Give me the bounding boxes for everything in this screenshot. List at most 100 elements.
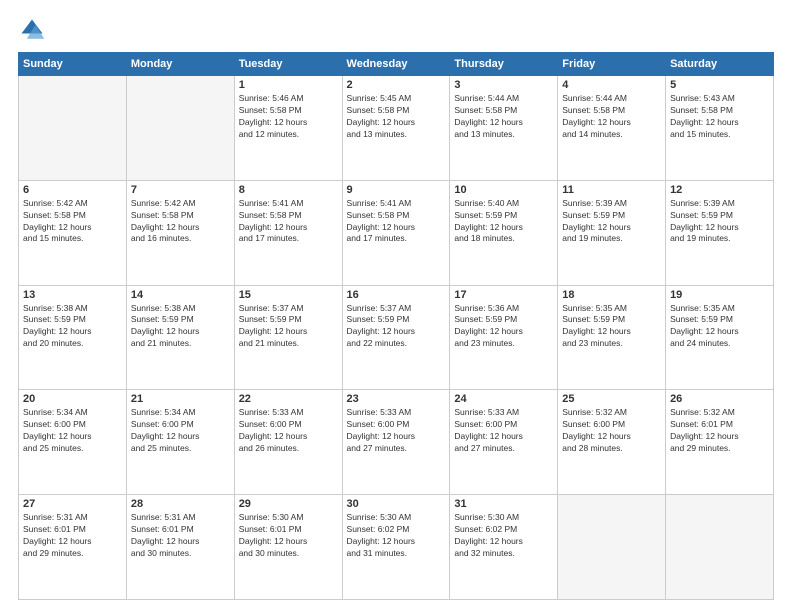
day-number: 17 bbox=[454, 289, 553, 301]
day-detail: Sunrise: 5:39 AM Sunset: 5:59 PM Dayligh… bbox=[562, 198, 661, 246]
calendar-cell: 24 Sunrise: 5:33 AM Sunset: 6:00 PM Dayli… bbox=[450, 390, 558, 495]
day-number: 22 bbox=[239, 393, 338, 405]
calendar-table: SundayMondayTuesdayWednesdayThursdayFrid… bbox=[18, 52, 774, 600]
day-number: 11 bbox=[562, 184, 661, 196]
day-detail: Sunrise: 5:39 AM Sunset: 5:59 PM Dayligh… bbox=[670, 198, 769, 246]
day-number: 31 bbox=[454, 498, 553, 510]
calendar-cell: 15 Sunrise: 5:37 AM Sunset: 5:59 PM Dayli… bbox=[234, 285, 342, 390]
day-number: 27 bbox=[23, 498, 122, 510]
day-detail: Sunrise: 5:31 AM Sunset: 6:01 PM Dayligh… bbox=[131, 512, 230, 560]
calendar-cell: 3 Sunrise: 5:44 AM Sunset: 5:58 PM Daylig… bbox=[450, 76, 558, 181]
day-detail: Sunrise: 5:40 AM Sunset: 5:59 PM Dayligh… bbox=[454, 198, 553, 246]
day-detail: Sunrise: 5:32 AM Sunset: 6:01 PM Dayligh… bbox=[670, 407, 769, 455]
day-number: 12 bbox=[670, 184, 769, 196]
week-row-3: 13Sunrise: 5:38 AM Sunset: 5:59 PM Dayli… bbox=[19, 285, 774, 390]
day-detail: Sunrise: 5:32 AM Sunset: 6:00 PM Dayligh… bbox=[562, 407, 661, 455]
day-detail: Sunrise: 5:30 AM Sunset: 6:02 PM Dayligh… bbox=[347, 512, 446, 560]
weekday-header-friday: Friday bbox=[558, 53, 666, 76]
day-detail: Sunrise: 5:37 AM Sunset: 5:59 PM Dayligh… bbox=[239, 303, 338, 351]
calendar-cell: 20 Sunrise: 5:34 AM Sunset: 6:00 PM Dayli… bbox=[19, 390, 127, 495]
day-detail: Sunrise: 5:37 AM Sunset: 5:59 PM Dayligh… bbox=[347, 303, 446, 351]
day-number: 26 bbox=[670, 393, 769, 405]
logo bbox=[18, 16, 50, 44]
day-detail: Sunrise: 5:33 AM Sunset: 6:00 PM Dayligh… bbox=[454, 407, 553, 455]
day-detail: Sunrise: 5:41 AM Sunset: 5:58 PM Dayligh… bbox=[239, 198, 338, 246]
day-number: 24 bbox=[454, 393, 553, 405]
calendar-cell: 22 Sunrise: 5:33 AM Sunset: 6:00 PM Dayli… bbox=[234, 390, 342, 495]
calendar-cell: 23 Sunrise: 5:33 AM Sunset: 6:00 PM Dayli… bbox=[342, 390, 450, 495]
calendar-cell: 29Sunrise: 5:30 AM Sunset: 6:01 PM Dayli… bbox=[234, 495, 342, 600]
day-detail: Sunrise: 5:38 AM Sunset: 5:59 PM Dayligh… bbox=[131, 303, 230, 351]
day-number: 18 bbox=[562, 289, 661, 301]
day-detail: Sunrise: 5:43 AM Sunset: 5:58 PM Dayligh… bbox=[670, 93, 769, 141]
day-number: 19 bbox=[670, 289, 769, 301]
header bbox=[18, 16, 774, 44]
logo-icon bbox=[18, 16, 46, 44]
page: SundayMondayTuesdayWednesdayThursdayFrid… bbox=[0, 0, 792, 612]
calendar-cell: 11 Sunrise: 5:39 AM Sunset: 5:59 PM Dayli… bbox=[558, 180, 666, 285]
calendar-cell: 5 Sunrise: 5:43 AM Sunset: 5:58 PM Daylig… bbox=[666, 76, 774, 181]
calendar-cell: 27 Sunrise: 5:31 AM Sunset: 6:01 PM Dayli… bbox=[19, 495, 127, 600]
calendar-cell: 16 Sunrise: 5:37 AM Sunset: 5:59 PM Dayli… bbox=[342, 285, 450, 390]
day-detail: Sunrise: 5:46 AM Sunset: 5:58 PM Dayligh… bbox=[239, 93, 338, 141]
day-detail: Sunrise: 5:34 AM Sunset: 6:00 PM Dayligh… bbox=[131, 407, 230, 455]
calendar-cell: 25 Sunrise: 5:32 AM Sunset: 6:00 PM Dayli… bbox=[558, 390, 666, 495]
calendar-cell: 14 Sunrise: 5:38 AM Sunset: 5:59 PM Dayli… bbox=[126, 285, 234, 390]
day-detail: Sunrise: 5:44 AM Sunset: 5:58 PM Dayligh… bbox=[454, 93, 553, 141]
day-detail: Sunrise: 5:30 AM Sunset: 6:02 PM Dayligh… bbox=[454, 512, 553, 560]
day-detail: Sunrise: 5:33 AM Sunset: 6:00 PM Dayligh… bbox=[239, 407, 338, 455]
day-number: 23 bbox=[347, 393, 446, 405]
calendar-cell: 21 Sunrise: 5:34 AM Sunset: 6:00 PM Dayli… bbox=[126, 390, 234, 495]
day-number: 15 bbox=[239, 289, 338, 301]
calendar-cell bbox=[666, 495, 774, 600]
calendar-cell: 1Sunrise: 5:46 AM Sunset: 5:58 PM Daylig… bbox=[234, 76, 342, 181]
day-number: 14 bbox=[131, 289, 230, 301]
calendar-cell: 30 Sunrise: 5:30 AM Sunset: 6:02 PM Dayli… bbox=[342, 495, 450, 600]
calendar-cell: 13Sunrise: 5:38 AM Sunset: 5:59 PM Dayli… bbox=[19, 285, 127, 390]
day-number: 30 bbox=[347, 498, 446, 510]
day-number: 5 bbox=[670, 79, 769, 91]
day-number: 28 bbox=[131, 498, 230, 510]
calendar-cell: 31 Sunrise: 5:30 AM Sunset: 6:02 PM Dayli… bbox=[450, 495, 558, 600]
day-number: 21 bbox=[131, 393, 230, 405]
calendar-cell: 10 Sunrise: 5:40 AM Sunset: 5:59 PM Dayli… bbox=[450, 180, 558, 285]
weekday-header-tuesday: Tuesday bbox=[234, 53, 342, 76]
day-detail: Sunrise: 5:35 AM Sunset: 5:59 PM Dayligh… bbox=[562, 303, 661, 351]
day-number: 6 bbox=[23, 184, 122, 196]
weekday-header-wednesday: Wednesday bbox=[342, 53, 450, 76]
day-detail: Sunrise: 5:31 AM Sunset: 6:01 PM Dayligh… bbox=[23, 512, 122, 560]
week-row-5: 27 Sunrise: 5:31 AM Sunset: 6:01 PM Dayli… bbox=[19, 495, 774, 600]
calendar-cell: 7Sunrise: 5:42 AM Sunset: 5:58 PM Daylig… bbox=[126, 180, 234, 285]
day-detail: Sunrise: 5:35 AM Sunset: 5:59 PM Dayligh… bbox=[670, 303, 769, 351]
week-row-1: 1Sunrise: 5:46 AM Sunset: 5:58 PM Daylig… bbox=[19, 76, 774, 181]
day-detail: Sunrise: 5:33 AM Sunset: 6:00 PM Dayligh… bbox=[347, 407, 446, 455]
day-detail: Sunrise: 5:34 AM Sunset: 6:00 PM Dayligh… bbox=[23, 407, 122, 455]
day-number: 16 bbox=[347, 289, 446, 301]
calendar-cell: 19 Sunrise: 5:35 AM Sunset: 5:59 PM Dayli… bbox=[666, 285, 774, 390]
day-number: 3 bbox=[454, 79, 553, 91]
day-number: 2 bbox=[347, 79, 446, 91]
day-number: 9 bbox=[347, 184, 446, 196]
day-detail: Sunrise: 5:36 AM Sunset: 5:59 PM Dayligh… bbox=[454, 303, 553, 351]
calendar-cell: 28 Sunrise: 5:31 AM Sunset: 6:01 PM Dayli… bbox=[126, 495, 234, 600]
day-number: 20 bbox=[23, 393, 122, 405]
day-detail: Sunrise: 5:42 AM Sunset: 5:58 PM Dayligh… bbox=[23, 198, 122, 246]
day-detail: Sunrise: 5:44 AM Sunset: 5:58 PM Dayligh… bbox=[562, 93, 661, 141]
calendar-cell: 18 Sunrise: 5:35 AM Sunset: 5:59 PM Dayli… bbox=[558, 285, 666, 390]
day-detail: Sunrise: 5:42 AM Sunset: 5:58 PM Dayligh… bbox=[131, 198, 230, 246]
weekday-header-row: SundayMondayTuesdayWednesdayThursdayFrid… bbox=[19, 53, 774, 76]
day-number: 10 bbox=[454, 184, 553, 196]
calendar-cell: 8Sunrise: 5:41 AM Sunset: 5:58 PM Daylig… bbox=[234, 180, 342, 285]
calendar-cell bbox=[558, 495, 666, 600]
day-detail: Sunrise: 5:38 AM Sunset: 5:59 PM Dayligh… bbox=[23, 303, 122, 351]
weekday-header-saturday: Saturday bbox=[666, 53, 774, 76]
day-number: 4 bbox=[562, 79, 661, 91]
calendar-cell bbox=[19, 76, 127, 181]
weekday-header-sunday: Sunday bbox=[19, 53, 127, 76]
calendar-cell: 12 Sunrise: 5:39 AM Sunset: 5:59 PM Dayli… bbox=[666, 180, 774, 285]
weekday-header-monday: Monday bbox=[126, 53, 234, 76]
week-row-2: 6 Sunrise: 5:42 AM Sunset: 5:58 PM Daylig… bbox=[19, 180, 774, 285]
day-number: 25 bbox=[562, 393, 661, 405]
calendar-cell: 6 Sunrise: 5:42 AM Sunset: 5:58 PM Daylig… bbox=[19, 180, 127, 285]
day-number: 29 bbox=[239, 498, 338, 510]
